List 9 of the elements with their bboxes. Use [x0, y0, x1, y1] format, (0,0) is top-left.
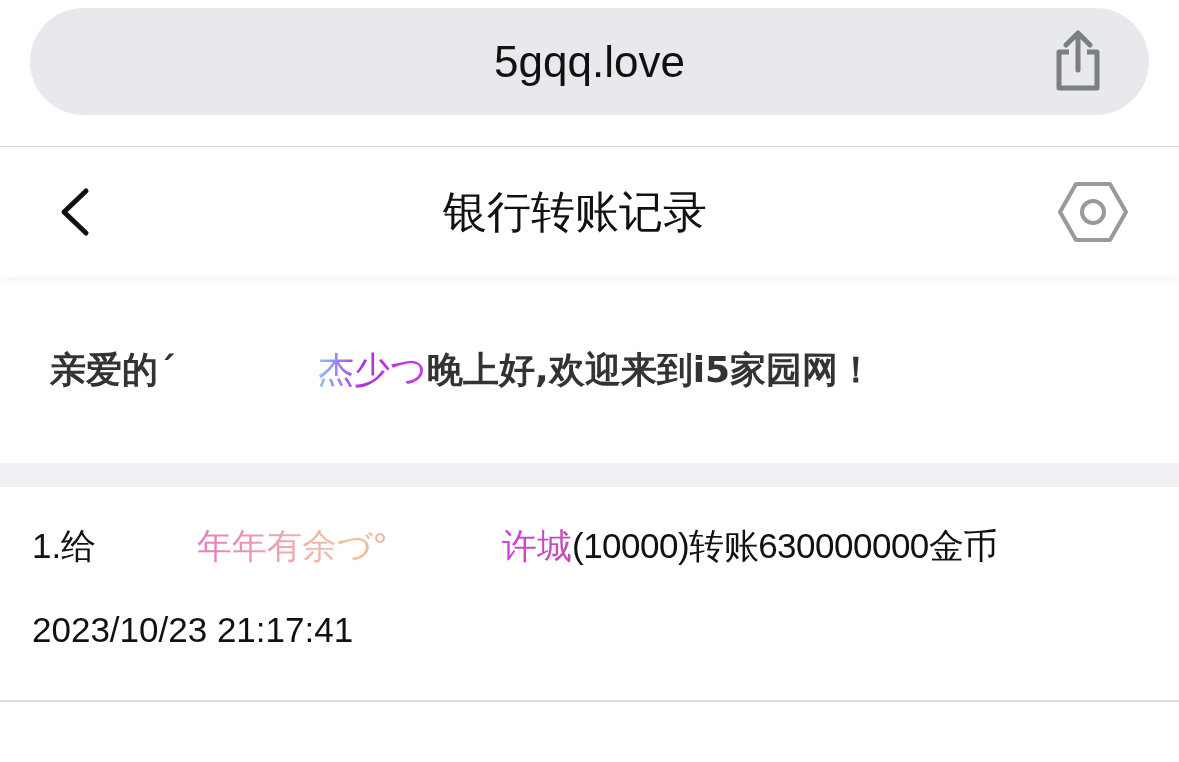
transfer-time: 2023/10/23 21:17:41	[32, 610, 355, 650]
transfer-detail: (10000)转账630000000金币	[572, 525, 998, 567]
transfer-index: 1.给	[32, 525, 98, 567]
page-title: 银行转账记录	[442, 184, 707, 239]
settings-icon[interactable]	[1057, 180, 1129, 244]
greeting-message: 晚上好,欢迎来到i5家园网！	[427, 347, 875, 392]
address-text: 5gqq.love	[494, 36, 685, 87]
address-bar[interactable]: 5gqq.love	[30, 8, 1149, 115]
greeting-salutation: 亲爱的ˊ	[50, 347, 177, 392]
